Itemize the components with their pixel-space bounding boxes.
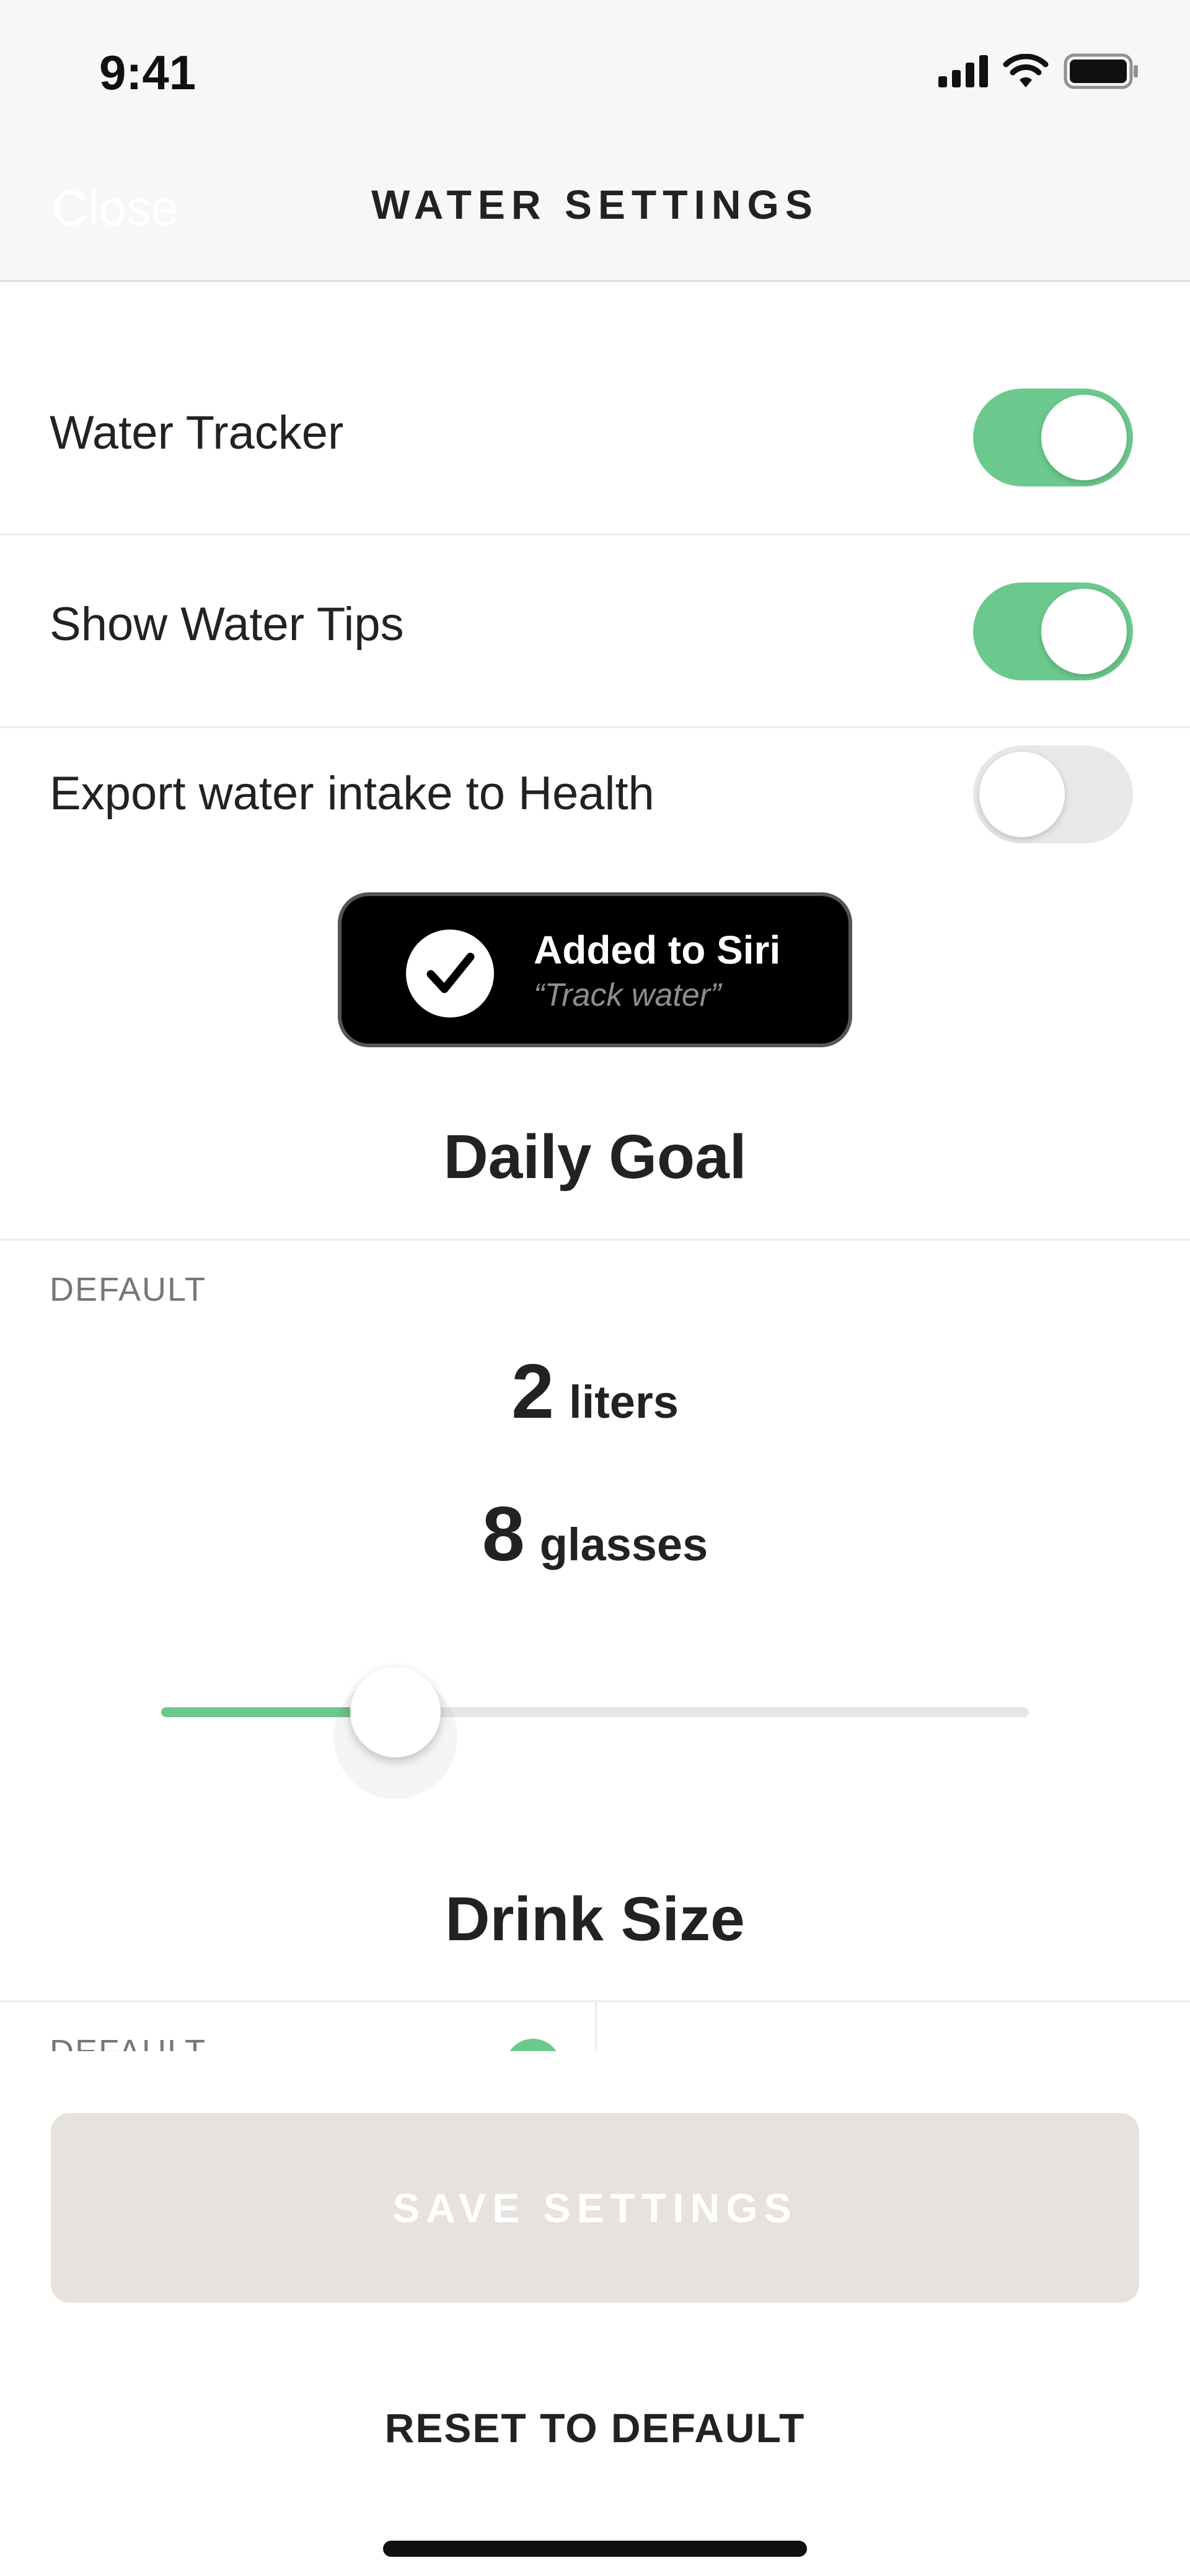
setting-label: Export water intake to Health <box>50 767 654 820</box>
add-to-siri-button[interactable]: Added to Siri “Track water” <box>338 892 852 1047</box>
toggle-knob <box>979 752 1065 837</box>
setting-row-water-tips: Show Water Tips <box>0 535 1190 728</box>
wifi-icon <box>1003 54 1049 87</box>
liters-value: 2 <box>511 1349 555 1435</box>
divider <box>595 2002 597 2051</box>
siri-phrase: “Track water” <box>534 977 721 1013</box>
status-bar: 9:41 <box>0 0 1190 143</box>
toggle-knob <box>1041 589 1127 674</box>
water-tracker-toggle[interactable] <box>973 389 1133 486</box>
glasses-unit: glasses <box>539 1519 708 1570</box>
page-title: WATER SETTINGS <box>371 182 819 227</box>
home-indicator <box>383 2541 807 2557</box>
bottom-action-panel: SAVE SETTINGS RESET TO DEFAULT <box>0 2051 1190 2576</box>
daily-goal-title: Daily Goal <box>443 1122 747 1192</box>
checkmark-icon <box>406 930 494 1018</box>
water-tips-toggle[interactable] <box>973 582 1133 680</box>
setting-label: Show Water Tips <box>50 598 404 651</box>
divider <box>0 1239 1190 1241</box>
export-health-toggle[interactable] <box>973 745 1133 843</box>
setting-row-export-health: Export water intake to Health <box>0 728 1190 883</box>
nav-bar: Close WATER SETTINGS <box>0 143 1190 282</box>
battery-icon <box>1064 53 1138 89</box>
slider-thumb[interactable] <box>350 1667 441 1757</box>
drink-size-options: DEFAULT <box>0 2002 1190 2051</box>
setting-label: Water Tracker <box>50 407 344 459</box>
cellular-signal-icon <box>938 55 988 87</box>
glasses-readout: 8 glasses <box>0 1490 1190 1578</box>
siri-title: Added to Siri <box>534 928 781 972</box>
save-settings-button[interactable]: SAVE SETTINGS <box>51 2113 1139 2303</box>
status-icons <box>938 50 1140 93</box>
drink-size-title: Drink Size <box>445 1884 745 1954</box>
glasses-value: 8 <box>482 1492 525 1577</box>
liters-readout: 2 liters <box>0 1348 1190 1436</box>
daily-goal-default-label: DEFAULT <box>50 1271 207 1308</box>
setting-row-water-tracker: Water Tracker <box>0 282 1190 535</box>
reset-to-default-button[interactable]: RESET TO DEFAULT <box>0 2404 1190 2451</box>
liters-unit: liters <box>569 1376 679 1428</box>
status-time: 9:41 <box>99 45 196 100</box>
daily-goal-slider[interactable] <box>161 1667 1029 1799</box>
drink-size-selected-indicator[interactable] <box>505 2039 561 2051</box>
toggle-knob <box>1041 395 1127 480</box>
drink-size-default-label: DEFAULT <box>50 2033 206 2051</box>
